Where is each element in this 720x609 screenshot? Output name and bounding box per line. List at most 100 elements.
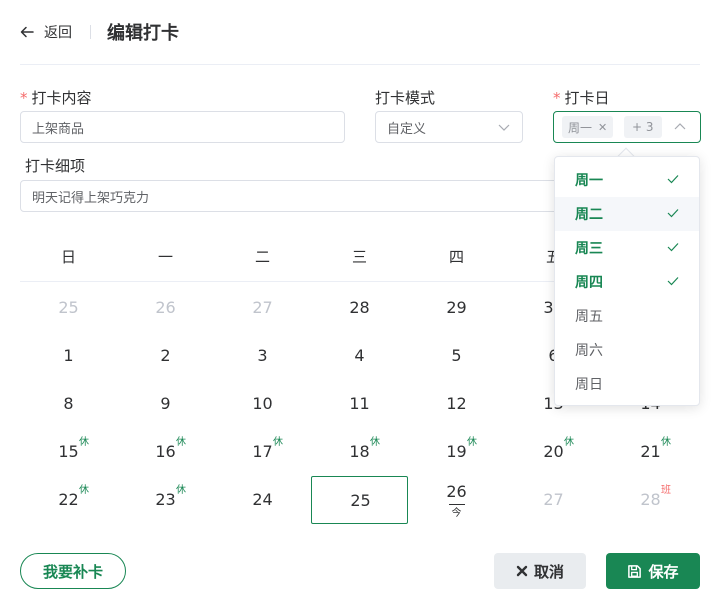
day-number: 5 [451, 346, 462, 365]
calendar-day[interactable]: 2 [117, 332, 214, 380]
calendar-day[interactable]: 16 休 [117, 428, 214, 476]
calendar-day[interactable]: 8 [20, 380, 117, 428]
calendar-day[interactable]: 29 [408, 284, 505, 332]
holiday-badge: 休 [79, 485, 89, 496]
day-number: 15 [58, 442, 79, 461]
calendar-day[interactable]: 27 [214, 284, 311, 332]
dropdown-option[interactable]: 周一 [555, 163, 699, 197]
detail-input[interactable]: 明天记得上架巧克力 [20, 180, 560, 212]
day-number: 28 [349, 298, 370, 317]
calendar-day[interactable]: 23 休 [117, 476, 214, 524]
content-input[interactable]: 上架商品 [20, 111, 345, 143]
day-number: 24 [252, 490, 273, 509]
day-number: 22 [58, 490, 79, 509]
calendar-day[interactable]: 3 [214, 332, 311, 380]
day-number: 29 [446, 298, 467, 317]
back-label: 返回 [44, 25, 72, 41]
calendar-day[interactable]: 17 休 [214, 428, 311, 476]
save-button[interactable]: 保存 [606, 553, 700, 589]
holiday-badge: 休 [564, 437, 574, 448]
calendar-day[interactable]: 24 [214, 476, 311, 524]
calendar-day[interactable]: 18 休 [311, 428, 408, 476]
day-number: 10 [252, 394, 273, 413]
cancel-button[interactable]: 取消 [494, 553, 586, 589]
detail-label: 打卡细项 [25, 157, 86, 175]
calendar-day[interactable]: 11 [311, 380, 408, 428]
page-title: 编辑打卡 [107, 23, 179, 44]
arrow-left-icon [20, 26, 34, 38]
option-label: 周二 [575, 207, 603, 223]
holiday-badge: 休 [176, 485, 186, 496]
required-mark: * [20, 89, 28, 107]
day-number: 28 [640, 490, 661, 509]
calendar-day[interactable]: 28 [311, 284, 408, 332]
mode-select[interactable]: 自定义 [375, 111, 523, 143]
calendar-day[interactable]: 27 [505, 476, 602, 524]
dropdown-option[interactable]: 周二 [555, 197, 699, 231]
weekday-label: 二 [254, 248, 270, 266]
holiday-badge: 休 [370, 437, 380, 448]
calendar-day[interactable]: 1 [20, 332, 117, 380]
header-divider [90, 25, 91, 39]
calendar-day-selected[interactable]: 25 [311, 476, 408, 524]
days-select[interactable]: 周一 ✕ + 3 [553, 111, 701, 143]
calendar-day[interactable]: 5 [408, 332, 505, 380]
option-label: 周一 [575, 173, 603, 189]
holiday-badge: 休 [176, 437, 186, 448]
calendar-day[interactable]: 22 休 [20, 476, 117, 524]
day-number: 12 [446, 394, 467, 413]
calendar-day[interactable]: 28 班 [602, 476, 699, 524]
day-number: 3 [257, 346, 268, 365]
days-dropdown: 周一周二周三 周四 周五周六周日 [554, 156, 700, 406]
calendar-day[interactable]: 9 [117, 380, 214, 428]
option-label: 周日 [575, 377, 603, 393]
check-icon [667, 209, 679, 218]
close-icon [516, 565, 528, 577]
dropdown-option[interactable]: 周四 [555, 265, 699, 299]
makeup-button[interactable]: 我要补卡 [20, 553, 126, 589]
mode-value: 自定义 [387, 121, 427, 137]
calendar-day[interactable]: 26 [117, 284, 214, 332]
calendar-day[interactable]: 25 [20, 284, 117, 332]
header: 返回 编辑打卡 [0, 0, 720, 64]
day-number: 25 [350, 491, 371, 510]
save-icon [628, 564, 642, 578]
days-label: * 打卡日 [553, 89, 610, 107]
day-number: 23 [155, 490, 176, 509]
calendar-day[interactable]: 21 休 [602, 428, 699, 476]
check-icon [667, 277, 679, 286]
day-number: 1 [63, 346, 74, 365]
dropdown-option[interactable]: 周三 [555, 231, 699, 265]
weekday-label: 三 [351, 248, 367, 266]
chevron-down-icon [498, 124, 510, 131]
calendar-day[interactable]: 4 [311, 332, 408, 380]
day-number: 16 [155, 442, 176, 461]
day-number: 17 [252, 442, 273, 461]
today-marker: 今 [451, 508, 462, 519]
calendar-day[interactable]: 15 休 [20, 428, 117, 476]
dropdown-option[interactable]: 周六 [555, 333, 699, 367]
calendar-day[interactable]: 10 [214, 380, 311, 428]
cancel-label: 取消 [533, 562, 564, 581]
dropdown-option[interactable]: 周日 [555, 367, 699, 401]
calendar-day[interactable]: 12 [408, 380, 505, 428]
close-icon[interactable]: ✕ [598, 121, 607, 134]
calendar-day-today[interactable]: 26 今 [408, 476, 505, 524]
day-number: 19 [446, 442, 467, 461]
dropdown-option[interactable]: 周五 [555, 299, 699, 333]
calendar-day[interactable]: 19 休 [408, 428, 505, 476]
day-number: 9 [160, 394, 171, 413]
holiday-badge: 休 [661, 437, 671, 448]
back-button[interactable]: 返回 [20, 22, 72, 42]
weekday-label: 一 [157, 248, 173, 266]
day-number: 11 [349, 394, 370, 413]
day-number: 18 [349, 442, 370, 461]
check-icon [667, 243, 679, 252]
chevron-up-icon [674, 123, 686, 130]
calendar-day[interactable]: 20 休 [505, 428, 602, 476]
workday-badge: 班 [661, 485, 671, 496]
day-number: 8 [63, 394, 74, 413]
day-number: 26 [446, 482, 467, 501]
option-label: 周六 [575, 343, 603, 359]
day-number: 26 [155, 298, 176, 317]
